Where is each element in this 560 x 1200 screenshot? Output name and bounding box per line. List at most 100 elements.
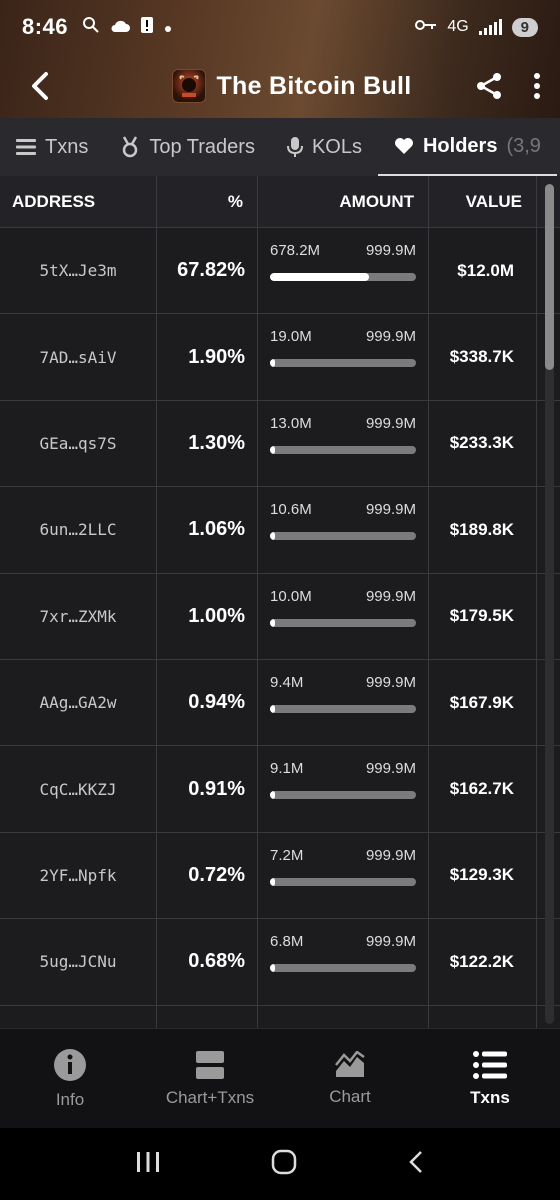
amount-labels: 678.2M 999.9M bbox=[270, 242, 416, 259]
holder-amount-cell: 9.1M 999.9M bbox=[258, 746, 429, 832]
amount-progress-bar bbox=[270, 791, 416, 800]
holder-value: $179.5K bbox=[429, 573, 537, 659]
status-notification-icons bbox=[82, 16, 172, 39]
home-button[interactable] bbox=[271, 1149, 297, 1180]
amount-progress-fill bbox=[270, 877, 275, 886]
holders-table[interactable]: ADDRESS % AMOUNT VALUE 5tX…Je3m 67.82% 678… bbox=[0, 176, 560, 1028]
tab-top-traders[interactable]: Top Traders bbox=[104, 118, 271, 176]
microphone-icon bbox=[286, 137, 303, 157]
amount-progress-fill bbox=[270, 445, 275, 454]
holder-address[interactable]: 2YF…Npfk bbox=[0, 832, 157, 919]
header-value[interactable]: VALUE bbox=[429, 176, 537, 227]
total-supply: 999.9M bbox=[365, 933, 416, 951]
holder-address[interactable]: 7xr…ZXMk bbox=[0, 573, 157, 659]
holder-address[interactable]: 7AD…sAiV bbox=[0, 314, 157, 400]
table-row[interactable]: GEa…qs7S 1.30% 13.0M 999.9M $233.3K bbox=[0, 400, 560, 488]
total-supply: 999.9M bbox=[365, 846, 416, 864]
table-row[interactable]: 6un…2LLC 1.06% 10.6M 999.9M $189.8K bbox=[0, 487, 560, 574]
scrollbar-thumb[interactable] bbox=[545, 184, 554, 370]
amount-progress-fill bbox=[270, 359, 275, 368]
holder-address[interactable]: GEa…qs7S bbox=[0, 400, 157, 487]
home-icon bbox=[271, 1149, 297, 1174]
back-button[interactable] bbox=[0, 54, 80, 118]
recent-apps-button[interactable] bbox=[136, 1151, 160, 1178]
total-supply: 999.9M bbox=[365, 587, 416, 605]
holder-amount: 10.6M bbox=[270, 501, 312, 519]
table-row[interactable]: 5tX…Je3m 67.82% 678.2M 999.9M $12.0M bbox=[0, 228, 560, 315]
tab-holders[interactable]: Holders (3,9 bbox=[377, 118, 557, 176]
holder-amount: 7.2M bbox=[270, 846, 304, 864]
more-vertical-icon bbox=[534, 73, 540, 99]
tab-label: Holders bbox=[422, 134, 498, 157]
holder-value: $122.2K bbox=[429, 919, 537, 1005]
list-icon bbox=[473, 1050, 507, 1079]
header-amount[interactable]: AMOUNT bbox=[258, 176, 429, 227]
more-options-button[interactable] bbox=[514, 54, 560, 118]
nav-chart-txns[interactable]: Chart+Txns bbox=[140, 1029, 280, 1128]
share-button[interactable] bbox=[464, 54, 514, 118]
holder-percent: 0.68% bbox=[157, 919, 258, 1005]
table-row[interactable]: AAg…GA2w 0.94% 9.4M 999.9M $167.9K bbox=[0, 659, 560, 747]
table-row[interactable]: 5ug…JCNu 0.68% 6.8M 999.9M $122.2K bbox=[0, 919, 560, 1006]
holder-amount: 678.2M bbox=[270, 242, 321, 259]
bottom-navigation: Info Chart+Txns Chart Txns bbox=[0, 1028, 560, 1128]
tab-bar: Txns Top Traders KOLs Holders (3,9 bbox=[0, 118, 560, 176]
heart-icon bbox=[394, 138, 413, 154]
tab-kols[interactable]: KOLs bbox=[271, 118, 378, 176]
table-row[interactable]: CqC…KKZJ 0.91% 9.1M 999.9M $162.7K bbox=[0, 746, 560, 833]
amount-progress-fill bbox=[270, 618, 275, 627]
amount-progress-bar bbox=[270, 618, 416, 627]
amount-labels: 7.2M 999.9M bbox=[270, 847, 416, 864]
table-body: 5tX…Je3m 67.82% 678.2M 999.9M $12.0M 7AD…sAiV… bbox=[0, 228, 560, 1028]
table-row[interactable]: 7AD…sAiV 1.90% 19.0M 999.9M $338.7K bbox=[0, 314, 560, 401]
holder-percent: 0.94% bbox=[157, 659, 258, 746]
amount-progress-fill bbox=[270, 791, 275, 800]
nav-txns[interactable]: Txns bbox=[420, 1029, 560, 1128]
chart-icon bbox=[335, 1050, 365, 1077]
amount-labels: 13.0M 999.9M bbox=[270, 415, 416, 432]
nav-label: Chart+Txns bbox=[165, 1087, 255, 1107]
nav-info[interactable]: Info bbox=[0, 1029, 140, 1128]
alert-icon bbox=[140, 16, 154, 39]
table-row[interactable]: 7xr…ZXMk 1.00% 10.0M 999.9M $179.5K bbox=[0, 573, 560, 660]
holders-count: (3,9 bbox=[506, 134, 541, 157]
holder-amount: 10.0M bbox=[270, 587, 312, 605]
tab-label: Txns bbox=[45, 135, 89, 158]
amount-progress-bar bbox=[270, 964, 416, 973]
share-icon bbox=[477, 73, 501, 99]
table-row[interactable]: 2YF…Npfk 0.72% 7.2M 999.9M $129.3K bbox=[0, 832, 560, 920]
amount-progress-bar bbox=[270, 445, 416, 454]
total-supply: 999.9M bbox=[365, 414, 416, 432]
header-percent[interactable]: % bbox=[157, 176, 258, 227]
header-address[interactable]: ADDRESS bbox=[0, 176, 157, 227]
holder-amount-cell: 9.4M 999.9M bbox=[258, 659, 429, 746]
system-back-button[interactable] bbox=[408, 1150, 424, 1179]
split-view-icon bbox=[196, 1050, 224, 1079]
holder-percent: 1.30% bbox=[157, 400, 258, 487]
tab-label: Top Traders bbox=[149, 135, 255, 158]
table-row[interactable] bbox=[0, 1005, 560, 1028]
holder-amount-cell: 7.2M 999.9M bbox=[258, 832, 429, 919]
nav-label: Info bbox=[55, 1089, 85, 1109]
key-icon bbox=[415, 18, 437, 36]
amount-labels: 9.1M 999.9M bbox=[270, 760, 416, 777]
holder-address[interactable]: AAg…GA2w bbox=[0, 659, 157, 746]
nav-chart[interactable]: Chart bbox=[280, 1029, 420, 1128]
tab-txns[interactable]: Txns bbox=[0, 118, 104, 176]
holder-address[interactable]: 5ug…JCNu bbox=[0, 919, 157, 1005]
holder-amount-cell: 10.6M 999.9M bbox=[258, 487, 429, 573]
empty-cell bbox=[0, 1005, 157, 1028]
holder-amount-cell: 6.8M 999.9M bbox=[258, 919, 429, 1005]
holder-amount: 6.8M bbox=[270, 933, 304, 951]
amount-labels: 19.0M 999.9M bbox=[270, 328, 416, 345]
total-supply: 999.9M bbox=[365, 242, 416, 259]
holder-amount-cell: 13.0M 999.9M bbox=[258, 400, 429, 487]
holder-address[interactable]: CqC…KKZJ bbox=[0, 746, 157, 832]
amount-labels: 10.6M 999.9M bbox=[270, 501, 416, 518]
amount-labels: 10.0M 999.9M bbox=[270, 588, 416, 605]
holder-address[interactable]: 6un…2LLC bbox=[0, 487, 157, 573]
recent-apps-icon bbox=[136, 1151, 159, 1172]
holder-amount: 9.4M bbox=[270, 673, 304, 691]
holder-address[interactable]: 5tX…Je3m bbox=[0, 228, 157, 314]
amount-labels: 6.8M 999.9M bbox=[270, 933, 416, 950]
